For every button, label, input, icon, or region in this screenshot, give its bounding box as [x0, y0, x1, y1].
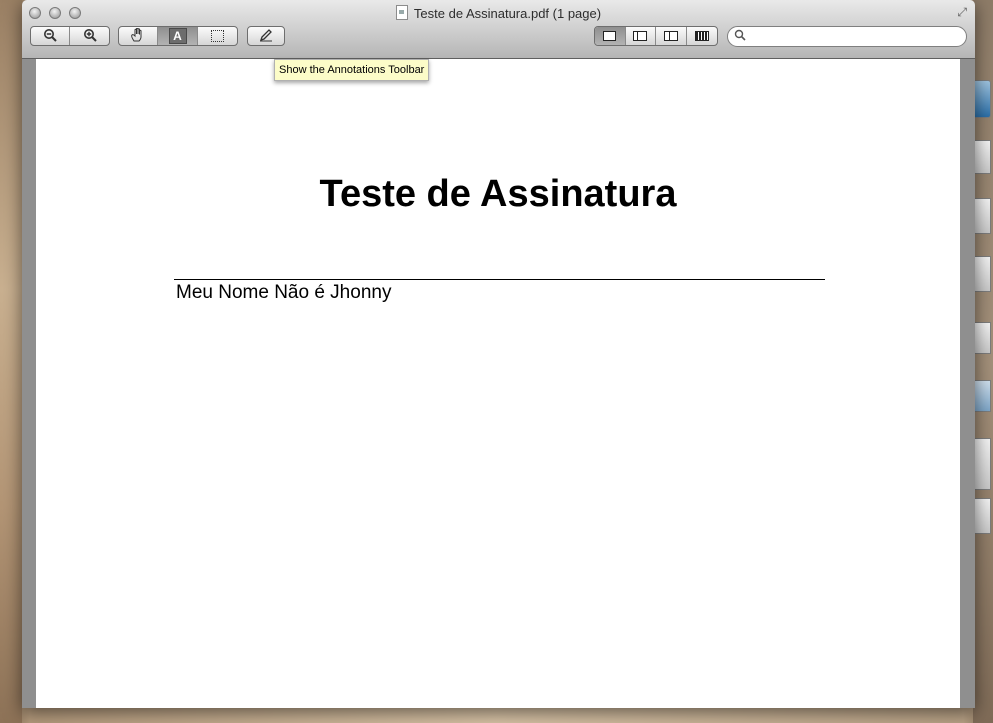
window-title-text: Teste de Assinatura.pdf (1 page): [413, 6, 602, 21]
document-view[interactable]: Teste de Assinatura Meu Nome Não é Jhonn…: [22, 59, 975, 708]
pdf-document-icon: [395, 5, 408, 20]
content-only-icon: [603, 31, 617, 41]
contact-sheet-icon: [694, 31, 709, 41]
search-field[interactable]: [727, 26, 967, 47]
annotations-tooltip: Show the Annotations Toolbar: [274, 59, 430, 81]
zoom-out-button[interactable]: [31, 27, 71, 45]
pdf-page[interactable]: Teste de Assinatura Meu Nome Não é Jhonn…: [36, 59, 960, 708]
tool-mode-controls: A: [118, 26, 238, 46]
document-heading: Teste de Assinatura: [319, 173, 677, 215]
zoom-in-icon: [83, 28, 97, 44]
rect-select-icon: [210, 30, 224, 42]
thumbnails-view-button[interactable]: [626, 27, 656, 45]
search-input[interactable]: [750, 29, 962, 45]
signature-line: [174, 279, 825, 280]
fullscreen-icon[interactable]: ⤢: [957, 5, 967, 20]
text-select-tool-button[interactable]: A: [158, 27, 198, 45]
window-title: Teste de Assinatura.pdf (1 page): [22, 5, 975, 21]
annotate-control: [247, 26, 285, 46]
contact-sheet-view-button[interactable]: [687, 27, 717, 45]
signature-name: Meu Nome Não é Jhonny: [176, 282, 392, 303]
title-bar: Teste de Assinatura.pdf (1 page) ⤢ A: [22, 0, 975, 59]
move-tool-button[interactable]: [119, 27, 159, 45]
zoom-out-icon: [43, 28, 57, 44]
content-only-view-button[interactable]: [595, 27, 626, 45]
text-select-icon: A: [168, 28, 187, 44]
thumbnails-icon: [633, 31, 648, 41]
zoom-in-button[interactable]: [70, 27, 109, 45]
hand-icon: [130, 27, 146, 44]
dock-area: [972, 0, 993, 723]
annotations-toolbar-button[interactable]: [248, 27, 284, 45]
preview-window: Teste de Assinatura.pdf (1 page) ⤢ A Tes…: [22, 0, 975, 708]
toc-view-button[interactable]: [656, 27, 687, 45]
search-icon: [734, 29, 746, 44]
rect-select-tool-button[interactable]: [198, 27, 237, 45]
pencil-icon: [259, 28, 273, 44]
zoom-controls: [30, 26, 110, 46]
desktop-background-left: [0, 0, 22, 723]
toc-icon: [663, 31, 678, 41]
view-mode-controls: [594, 26, 718, 46]
